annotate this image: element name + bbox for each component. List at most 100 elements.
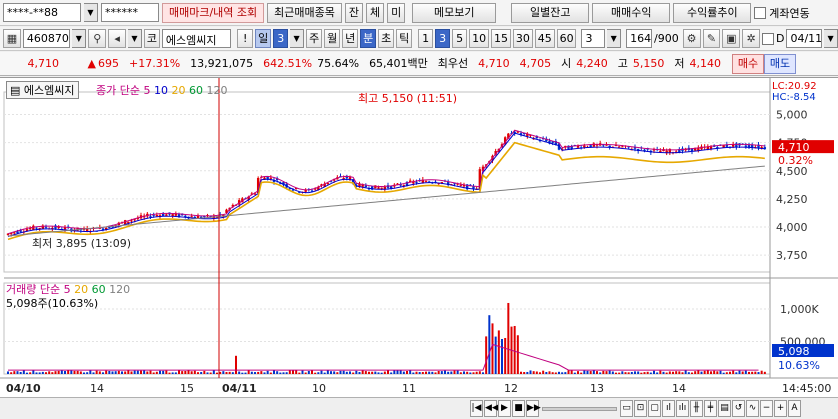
scroll-track[interactable] [542, 407, 617, 411]
zoom-icon[interactable]: ⊡ [634, 400, 647, 417]
chevron-down-icon[interactable]: ▼ [824, 29, 838, 48]
auto-icon[interactable]: A [788, 400, 801, 417]
account-select[interactable]: ****-**88 [3, 3, 81, 22]
indicator-icon[interactable]: ılı [676, 400, 689, 417]
interval-3[interactable]: 3 [435, 29, 451, 48]
current-price: 4,710 [27, 56, 60, 70]
volume-bar [76, 370, 79, 374]
volume-bar [181, 371, 184, 374]
period-monthly-tab[interactable]: 월 [324, 29, 341, 48]
speaker-icon[interactable]: ◂ [108, 29, 126, 48]
volume-bar [111, 371, 114, 374]
change-percent: +17.31% [129, 56, 181, 70]
volume-bar [545, 371, 548, 374]
volume-bar [668, 371, 671, 374]
volume-bar [133, 370, 136, 374]
settings-tools-icon[interactable]: ⚙ [682, 29, 701, 48]
chevron-down-icon[interactable]: ▼ [84, 3, 98, 22]
volume-bar [494, 336, 497, 374]
overlay-icon[interactable]: ▤ [718, 400, 731, 417]
candle-icon[interactable]: ╫ [690, 400, 703, 417]
sell-button[interactable]: 매도 [764, 53, 797, 74]
stock-code-input[interactable]: 460870 [22, 29, 71, 48]
interval-60[interactable]: 60 [556, 29, 577, 48]
period-minute-tab[interactable]: 분 [360, 29, 377, 48]
volume-bar [288, 370, 291, 374]
play-icon[interactable]: ▶ [498, 400, 511, 417]
volume-bar [216, 372, 218, 374]
volume-bar [209, 372, 212, 374]
trade-mark-button[interactable]: 매매마크/내역 조회 [162, 2, 265, 23]
prev-icon[interactable]: ◀◀ [484, 400, 499, 417]
chart-stock-tab[interactable]: ▤ 에스엠씨지 [6, 81, 79, 99]
window-icon[interactable]: ▢ [648, 400, 661, 417]
period-yearly-tab[interactable]: 년 [342, 29, 359, 48]
interval-45[interactable]: 45 [534, 29, 555, 48]
chart-type-icon[interactable]: ıl [662, 400, 675, 417]
interval-input[interactable]: 3 [581, 29, 606, 48]
password-field[interactable]: ****** [101, 3, 159, 22]
volume-bar [700, 371, 703, 374]
count-input[interactable]: 164 [626, 29, 652, 48]
volume-bar [539, 372, 541, 374]
search-icon[interactable]: ⚲ [88, 29, 107, 48]
volume-bar [760, 370, 763, 374]
next-icon[interactable]: ▶▶ [526, 400, 541, 417]
interval-30[interactable]: 30 [512, 29, 533, 48]
executed-button[interactable]: 체 [366, 2, 385, 23]
stop-icon[interactable]: ■ [512, 400, 525, 417]
interval-10[interactable]: 10 [469, 29, 490, 48]
scale-icon[interactable]: ∿ [746, 400, 759, 417]
volume-bar [599, 372, 602, 374]
volume-bar [121, 371, 123, 374]
interval-15[interactable]: 15 [491, 29, 511, 48]
period-second-tab[interactable]: 초 [378, 29, 395, 48]
save-icon[interactable]: ▣ [722, 29, 741, 48]
unfilled-button[interactable]: 미 [387, 2, 406, 23]
memo-button[interactable]: 메모보기 [412, 2, 497, 23]
candle-body [377, 187, 380, 189]
volume-bar [741, 371, 744, 374]
gear-icon[interactable]: ✲ [742, 29, 761, 48]
layout-icon[interactable]: ▦ [3, 29, 21, 48]
playback-controls: |◀ ◀◀ ▶ ■ ▶▶ [470, 400, 541, 417]
buy-button[interactable]: 매수 [732, 53, 765, 74]
chevron-down-icon[interactable]: ▼ [607, 29, 622, 48]
volume-bar [124, 371, 127, 374]
volume-bar [573, 372, 576, 374]
profit-trend-button[interactable]: 수익률추이 [673, 2, 752, 23]
interval-1[interactable]: 1 [418, 29, 434, 48]
chevron-down-icon[interactable]: ▼ [290, 29, 305, 48]
alert-button[interactable]: ! [237, 29, 254, 48]
account-link-label: 계좌연동 [769, 6, 810, 20]
draw-icon[interactable]: ✎ [702, 29, 721, 48]
reset-icon[interactable]: ↺ [732, 400, 745, 417]
recent-trades-button[interactable]: 최근매매종목 [267, 2, 342, 23]
account-link-checkbox[interactable] [754, 6, 767, 19]
period-weekly-tab[interactable]: 주 [306, 29, 323, 48]
compare-icon[interactable]: ╪ [704, 400, 717, 417]
period-value[interactable]: 3 [273, 29, 289, 48]
volume-bar [516, 335, 519, 374]
chevron-down-icon[interactable]: ▼ [128, 29, 142, 48]
first-icon[interactable]: |◀ [470, 400, 483, 417]
trade-profit-button[interactable]: 매매수익 [592, 2, 671, 23]
volume-bar [542, 370, 545, 374]
zoom-out-icon[interactable]: ▭ [620, 400, 633, 417]
daily-balance-button[interactable]: 일별잔고 [511, 2, 590, 23]
volume-bar [611, 371, 614, 374]
volume-bar [529, 370, 532, 374]
balance-button[interactable]: 잔 [344, 2, 364, 23]
minus-icon[interactable]: − [760, 400, 773, 417]
date-checkbox[interactable] [762, 32, 774, 45]
volume-bar [225, 372, 228, 374]
volume-bar [266, 370, 269, 374]
volume-bar [212, 370, 215, 374]
interval-5[interactable]: 5 [452, 29, 468, 48]
period-tick-tab[interactable]: 틱 [396, 29, 413, 48]
period-daily-tab[interactable]: 일 [255, 29, 272, 48]
chart-area[interactable]: 5,0004,7504,5004,2504,0003,7504,7100.32%… [0, 77, 838, 397]
chevron-down-icon[interactable]: ▼ [72, 29, 87, 48]
date-input[interactable]: 04/11 [786, 29, 823, 48]
plus-icon[interactable]: + [774, 400, 787, 417]
